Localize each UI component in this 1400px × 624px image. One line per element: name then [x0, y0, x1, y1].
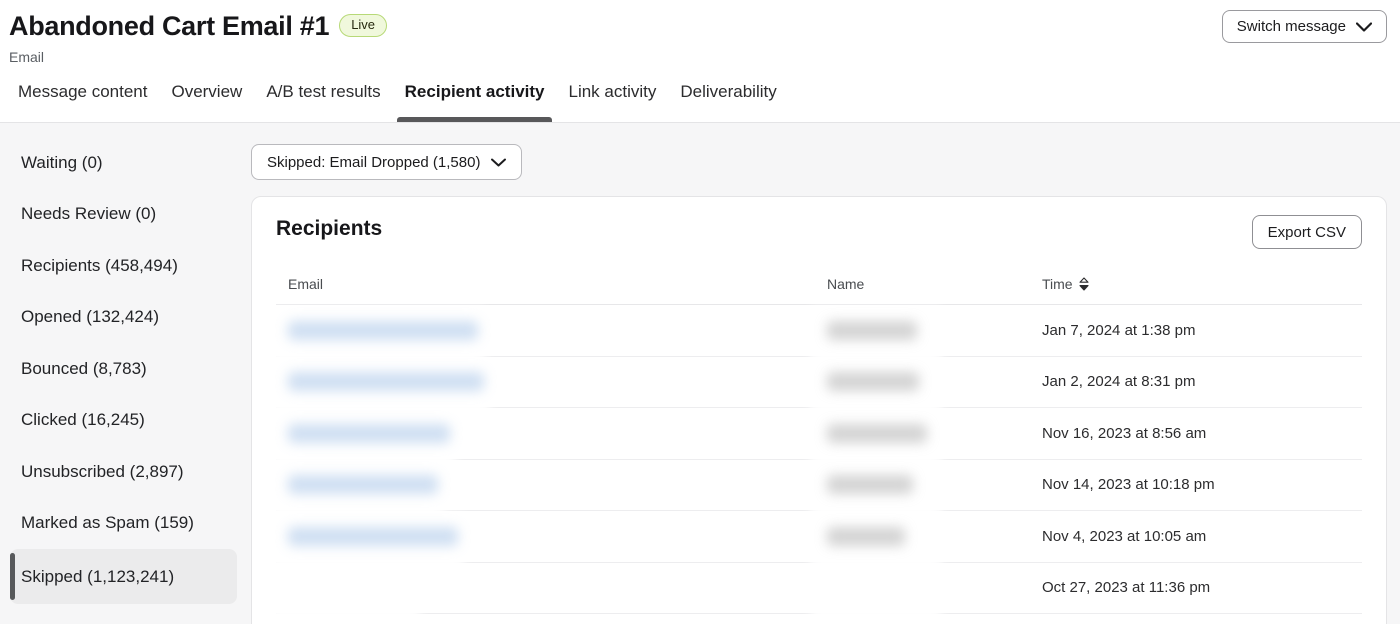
selected-indicator-bar: [10, 553, 15, 600]
recipients-table: Email Name Time Jan 7, 2024 at 1:38 pm J…: [270, 276, 1362, 620]
tab-bar: Message content Overview A/B test result…: [10, 82, 1387, 122]
redacted-name-smudge: [827, 423, 927, 443]
export-csv-button[interactable]: Export CSV: [1251, 215, 1362, 249]
chevron-down-icon: [1356, 21, 1372, 32]
time-cell: Jan 2, 2024 at 8:31 pm: [1042, 373, 1196, 391]
column-header-time-label: Time: [1042, 276, 1073, 292]
sidebar-item-opened[interactable]: Opened (132,424): [10, 292, 237, 344]
table-row[interactable]: Jan 2, 2024 at 8:31 pm: [270, 357, 1362, 414]
recipients-card-title: Recipients: [276, 217, 383, 240]
redacted-email-smudge: [288, 526, 458, 546]
skipped-reason-dropdown[interactable]: Skipped: Email Dropped (1,580): [251, 144, 523, 180]
tab-message-content[interactable]: Message content: [10, 82, 155, 122]
time-cell: Nov 4, 2023 at 10:05 am: [1042, 527, 1207, 545]
time-cell: Jan 7, 2024 at 1:38 pm: [1042, 321, 1196, 339]
sidebar-item-marked-as-spam[interactable]: Marked as Spam (159): [10, 498, 237, 550]
skipped-reason-dropdown-value: Skipped: Email Dropped (1,580): [267, 153, 481, 171]
chevron-down-icon: [491, 158, 507, 166]
time-cell: Nov 14, 2023 at 10:18 pm: [1042, 476, 1215, 494]
sidebar-item-label: Skipped (1,123,241): [21, 566, 175, 586]
tab-ab-test-results[interactable]: A/B test results: [258, 82, 388, 122]
sidebar-item-waiting[interactable]: Waiting (0): [10, 137, 237, 189]
column-header-name: Name: [827, 276, 865, 292]
redacted-name-smudge: [827, 372, 919, 392]
recipients-card: Recipients Export CSV Email Name Time Ja…: [251, 196, 1387, 624]
sort-descending-icon: [1079, 277, 1089, 291]
redacted-email-cell: [270, 357, 827, 414]
switch-message-button[interactable]: Switch message: [1221, 10, 1387, 43]
redacted-name-cell: [811, 357, 1042, 414]
column-header-time-sortable[interactable]: Time: [1042, 276, 1362, 292]
redacted-email-cell: [270, 563, 827, 620]
time-cell: Oct 27, 2023 at 11:36 pm: [1042, 579, 1211, 597]
redacted-email-smudge: [288, 475, 438, 495]
content-area: Waiting (0) Needs Review (0) Recipients …: [0, 123, 1400, 624]
redacted-name-cell: [811, 460, 1042, 517]
table-row[interactable]: Nov 16, 2023 at 8:56 am: [270, 408, 1362, 466]
redacted-email-smudge: [288, 423, 450, 443]
table-row[interactable]: Oct 27, 2023 at 11:36 pm: [270, 563, 1362, 620]
table-row[interactable]: Nov 14, 2023 at 10:18 pm: [270, 460, 1362, 517]
switch-message-label: Switch message: [1236, 18, 1346, 35]
redacted-name-smudge: [827, 475, 913, 495]
tab-link-activity[interactable]: Link activity: [560, 82, 664, 122]
redacted-email-smudge: [288, 320, 478, 340]
tab-recipient-activity[interactable]: Recipient activity: [396, 82, 553, 122]
sidebar-item-bounced[interactable]: Bounced (8,783): [10, 343, 237, 395]
sidebar-item-clicked[interactable]: Clicked (16,245): [10, 395, 237, 447]
title-row: Abandoned Cart Email #1 Live Switch mess…: [9, 10, 1387, 43]
redacted-name-cell: [811, 408, 1042, 466]
redacted-email-cell: [270, 408, 827, 466]
main-panel: Skipped: Email Dropped (1,580) Recipient…: [251, 137, 1387, 624]
activity-sidebar: Waiting (0) Needs Review (0) Recipients …: [10, 137, 237, 624]
table-row[interactable]: Nov 4, 2023 at 10:05 am: [270, 511, 1362, 569]
redacted-name-smudge: [827, 320, 917, 340]
recipients-table-header: Email Name Time: [276, 276, 1362, 305]
page-title: Abandoned Cart Email #1: [9, 11, 330, 41]
tab-overview[interactable]: Overview: [163, 82, 250, 122]
redacted-name-cell: [811, 563, 1042, 620]
page-header: Abandoned Cart Email #1 Live Switch mess…: [0, 0, 1400, 123]
redacted-email-cell: [270, 460, 827, 517]
sidebar-item-needs-review[interactable]: Needs Review (0): [10, 189, 237, 241]
status-badge: Live: [339, 14, 388, 37]
redacted-email-cell: [270, 305, 827, 363]
tab-deliverability[interactable]: Deliverability: [672, 82, 784, 122]
recipients-card-header: Recipients Export CSV: [276, 215, 1362, 249]
time-cell: Nov 16, 2023 at 8:56 am: [1042, 424, 1207, 442]
redacted-email-smudge: [288, 372, 484, 392]
sidebar-item-unsubscribed[interactable]: Unsubscribed (2,897): [10, 446, 237, 498]
redacted-email-cell: [270, 511, 827, 569]
table-row[interactable]: Jan 7, 2024 at 1:38 pm: [270, 305, 1362, 363]
channel-subtitle: Email: [9, 49, 45, 65]
sidebar-item-recipients[interactable]: Recipients (458,494): [10, 240, 237, 292]
redacted-name-cell: [811, 305, 1042, 363]
redacted-name-smudge: [827, 526, 905, 546]
column-header-email: Email: [288, 276, 324, 292]
sidebar-item-skipped[interactable]: Skipped (1,123,241): [10, 549, 237, 604]
redacted-name-cell: [811, 511, 1042, 569]
